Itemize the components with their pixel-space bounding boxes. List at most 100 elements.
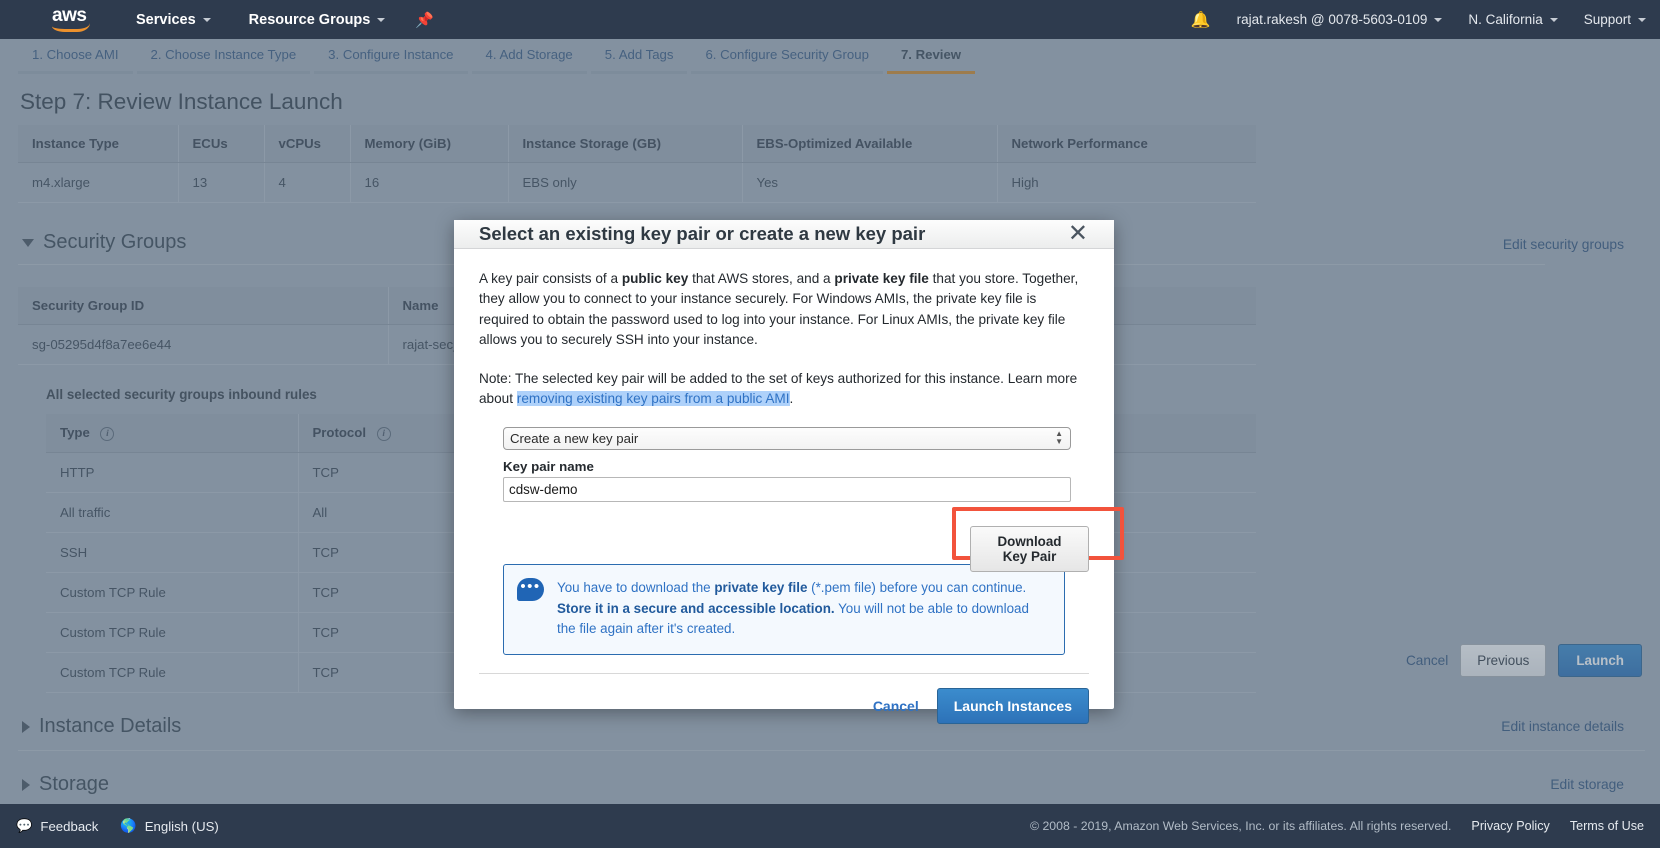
- chevron-down-icon: [377, 17, 386, 22]
- modal-header: Select an existing key pair or create a …: [454, 220, 1114, 249]
- nav-support-label: Support: [1583, 12, 1631, 27]
- page-root: aws Services Resource Groups 📌 🔔 rajat.r…: [0, 0, 1660, 848]
- page-title: Step 7: Review Instance Launch: [20, 89, 343, 114]
- cell-security-group-id: sg-05295d4f8a7ee6e44: [18, 324, 389, 365]
- modal-footer: Cancel Launch Instances: [479, 672, 1089, 742]
- launch-button[interactable]: Launch: [1558, 644, 1642, 677]
- close-icon[interactable]: ✕: [1064, 220, 1092, 248]
- feedback-button[interactable]: 💬 Feedback: [16, 818, 98, 834]
- wizard-steps: 1. Choose AMI 2. Choose Instance Type 3.…: [0, 39, 1660, 77]
- privacy-policy-link[interactable]: Privacy Policy: [1471, 819, 1549, 833]
- col-network-performance: Network Performance: [997, 125, 1256, 163]
- removing-key-pairs-link[interactable]: removing existing key pairs from a publi…: [516, 391, 790, 407]
- status-bar: 💬 Feedback 🌎 English (US) © 2008 - 2019,…: [0, 804, 1660, 848]
- cell-rule-type: Custom TCP Rule: [46, 652, 299, 693]
- key-pair-action-select[interactable]: Choose an existing key pair Create a new…: [503, 427, 1071, 451]
- desc-public-key: public key: [621, 271, 689, 286]
- nav-resource-groups-label: Resource Groups: [248, 11, 371, 28]
- pin-icon[interactable]: 📌: [415, 11, 434, 29]
- nav-services-label: Services: [136, 11, 196, 28]
- info-icon[interactable]: i: [376, 427, 391, 441]
- download-key-pair-button[interactable]: Download Key Pair: [970, 526, 1089, 573]
- wizard-tab-2[interactable]: 2. Choose Instance Type: [136, 39, 311, 74]
- modal-cancel-button[interactable]: Cancel: [873, 698, 919, 714]
- nav-resource-groups-menu[interactable]: Resource Groups: [249, 12, 386, 28]
- section-security-groups-title: Security Groups: [43, 231, 187, 253]
- wizard-tab-4[interactable]: 4. Add Storage: [471, 39, 587, 74]
- status-bar-left: 💬 Feedback 🌎 English (US): [16, 818, 219, 834]
- key-pair-modal: Select an existing key pair or create a …: [454, 220, 1124, 724]
- section-security-groups-toggle[interactable]: Security Groups: [22, 231, 186, 254]
- cell-instance-type: m4.xlarge: [18, 162, 179, 203]
- edit-instance-details-link[interactable]: Edit instance details: [1501, 719, 1624, 734]
- cell-rule-type: SSH: [46, 532, 299, 573]
- nav-account-menu[interactable]: rajat.rakesh @ 0078-5603-0109: [1237, 12, 1443, 27]
- col-instance-storage: Instance Storage (GB): [508, 125, 743, 163]
- edit-storage-link[interactable]: Edit storage: [1550, 777, 1624, 792]
- cell-network-performance: High: [997, 162, 1256, 203]
- feedback-label: Feedback: [40, 818, 99, 834]
- modal-title: Select an existing key pair or create a …: [479, 223, 926, 244]
- key-pair-name-label: Key pair name: [503, 459, 594, 475]
- chat-bubble-icon: •••: [517, 578, 544, 602]
- cell-memory: 16: [350, 162, 509, 203]
- wizard-tab-6[interactable]: 6. Configure Security Group: [691, 39, 883, 74]
- section-instance-details-title: Instance Details: [39, 715, 182, 737]
- aws-logo-icon[interactable]: aws: [52, 4, 98, 33]
- alert-store-secure: Store it in a secure and accessible loca…: [557, 600, 835, 616]
- wizard-tab-5[interactable]: 5. Add Tags: [590, 39, 688, 74]
- col-type: Type i: [46, 414, 299, 453]
- key-pair-description: A key pair consists of a public key that…: [479, 269, 1089, 351]
- section-storage[interactable]: Storage Edit storage: [22, 773, 1642, 796]
- triangle-right-icon: [22, 778, 30, 791]
- launch-instances-button[interactable]: Launch Instances: [936, 687, 1089, 724]
- wizard-tab-7[interactable]: 7. Review: [886, 39, 976, 74]
- globe-icon: 🌎: [120, 818, 137, 833]
- download-zone: Download Key Pair: [503, 502, 1124, 573]
- nav-support-menu[interactable]: Support: [1584, 12, 1646, 27]
- cell-rule-type: Custom TCP Rule: [46, 572, 299, 613]
- nav-region-menu[interactable]: N. California: [1468, 12, 1558, 27]
- section-divider: [18, 750, 1645, 751]
- page-action-buttons: Cancel Previous Launch: [1406, 644, 1642, 677]
- triangle-right-icon: [22, 720, 30, 733]
- aws-logo-text: aws: [52, 4, 87, 26]
- modal-body: A key pair consists of a public key that…: [454, 249, 1124, 655]
- download-warning-alert: ••• You have to download the private key…: [503, 564, 1065, 655]
- top-navigation-bar: aws Services Resource Groups 📌 🔔 rajat.r…: [0, 0, 1660, 39]
- nav-services-menu[interactable]: Services: [136, 12, 211, 28]
- cell-rule-type: HTTP: [46, 452, 299, 493]
- edit-security-groups-link[interactable]: Edit security groups: [1503, 237, 1624, 252]
- cell-rule-type: Custom TCP Rule: [46, 612, 299, 653]
- alert-private-key-file: private key file: [714, 580, 808, 596]
- col-instance-type: Instance Type: [18, 125, 179, 163]
- bell-icon[interactable]: 🔔: [1191, 10, 1211, 30]
- chevron-down-icon: [1434, 17, 1443, 22]
- cell-ecus: 13: [178, 162, 265, 203]
- alert-part-2: (*.pem file) before you can continue.: [807, 580, 1027, 596]
- language-label: English (US): [144, 818, 219, 834]
- previous-button[interactable]: Previous: [1460, 644, 1547, 677]
- terms-of-use-link[interactable]: Terms of Use: [1570, 819, 1644, 833]
- wizard-tab-3[interactable]: 3. Configure Instance: [314, 39, 468, 74]
- key-pair-name-input[interactable]: [503, 477, 1071, 503]
- key-pair-note: Note: The selected key pair will be adde…: [479, 369, 1089, 410]
- instance-type-table: Instance Type ECUs vCPUs Memory (GiB) In…: [18, 125, 1256, 203]
- col-ebs-optimized: EBS-Optimized Available: [742, 125, 998, 163]
- status-bar-right: © 2008 - 2019, Amazon Web Services, Inc.…: [1030, 819, 1644, 833]
- key-pair-form: Choose an existing key pair Create a new…: [479, 427, 1124, 573]
- cell-ebs-optimized: Yes: [742, 162, 998, 203]
- col-ecus: ECUs: [178, 125, 265, 163]
- table-header-row: Instance Type ECUs vCPUs Memory (GiB) In…: [18, 125, 1256, 163]
- nav-account-label: rajat.rakesh @ 0078-5603-0109: [1236, 12, 1428, 27]
- wizard-tab-1[interactable]: 1. Choose AMI: [18, 39, 133, 74]
- language-selector[interactable]: 🌎 English (US): [120, 818, 218, 834]
- info-icon[interactable]: i: [100, 427, 115, 441]
- col-protocol-label: Protocol: [312, 425, 366, 440]
- nav-region-label: N. California: [1468, 12, 1543, 27]
- col-type-label: Type: [60, 425, 90, 440]
- table-row: m4.xlarge 13 4 16 EBS only Yes High: [18, 162, 1256, 203]
- col-memory: Memory (GiB): [350, 125, 509, 163]
- key-pair-action-select-wrapper: Choose an existing key pair Create a new…: [503, 427, 1071, 451]
- cancel-link[interactable]: Cancel: [1406, 653, 1448, 668]
